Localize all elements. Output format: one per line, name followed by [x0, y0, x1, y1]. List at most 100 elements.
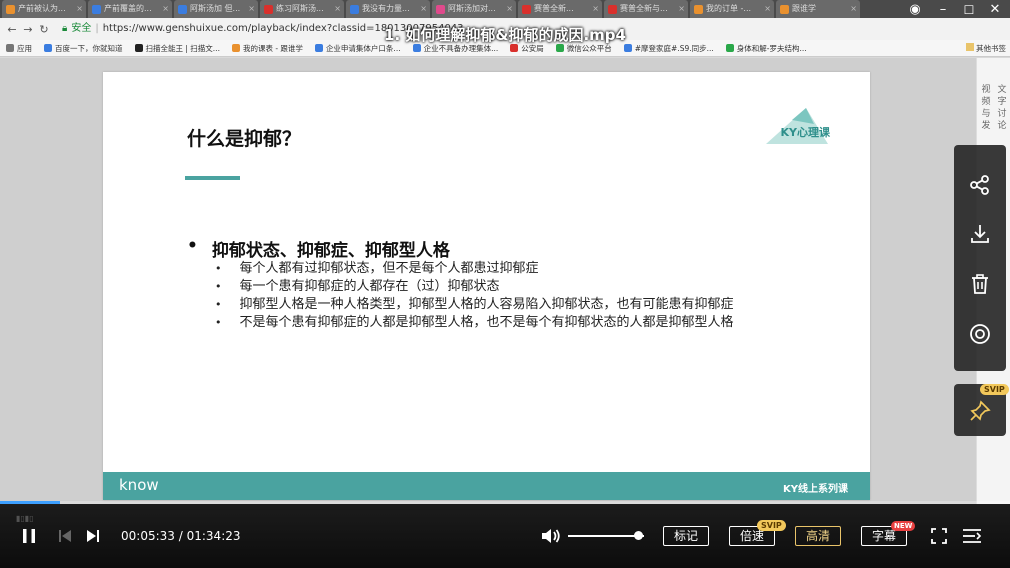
- bookmark-favicon-icon: [725, 44, 734, 52]
- browser-tab[interactable]: 我没有力量... ×: [346, 0, 430, 18]
- quality-button[interactable]: 高清: [795, 526, 841, 546]
- bookmark-item[interactable]: 微信公众平台: [550, 43, 618, 54]
- bookmark-item[interactable]: 百度一下，你就知道: [38, 43, 129, 54]
- bookmark-item[interactable]: 企业申请集体户口条...: [309, 43, 407, 54]
- browser-tab[interactable]: 赛普全新... ×: [518, 0, 602, 18]
- bookmarks-bar: 应用 百度一下，你就知道 扫描全能王 | 扫描文... 我的课表 - 跟谁学 企业申请集…: [0, 40, 1010, 57]
- focus-button[interactable]: [954, 314, 1006, 354]
- tab-favicon-icon: [694, 4, 703, 14]
- page-area: 什么是抑郁？ KY心理课 • 抑郁状态、抑郁症、抑郁型人格 • 每个人都有过抑郁状…: [0, 58, 1010, 510]
- tab-close-icon[interactable]: ×: [76, 0, 83, 18]
- ghost-taskbar: ▮▯▮▯: [16, 514, 34, 523]
- volume-slider[interactable]: [568, 535, 644, 537]
- fullscreen-icon: [931, 528, 947, 544]
- volume-knob[interactable]: [634, 531, 643, 540]
- browser-tab[interactable]: 阿斯汤加 但... ×: [174, 0, 258, 18]
- bookmark-item[interactable]: #摩登家庭#.S9.同步...: [618, 43, 720, 54]
- side-tab-text[interactable]: 文字讨论: [995, 84, 1009, 132]
- previous-button[interactable]: [56, 526, 74, 546]
- side-tab-video[interactable]: 视频与发: [979, 84, 993, 132]
- tab-label: 阿斯汤加对...: [448, 4, 496, 13]
- fullscreen-button[interactable]: [929, 526, 949, 546]
- bookmark-label: 扫描全能王 | 扫描文...: [145, 43, 220, 53]
- bookmark-other[interactable]: 其他书签: [965, 40, 1006, 56]
- tab-label: 产前覆盖的...: [104, 4, 152, 13]
- logo-text: KY心理课: [780, 126, 831, 139]
- tab-close-icon[interactable]: ×: [850, 0, 857, 18]
- url-field[interactable]: 🔒︎ 安全 | https://www.genshuixue.com/playb…: [62, 21, 682, 37]
- tab-label: 跟谁学: [792, 4, 816, 13]
- sub-bullet: • 每一个患有抑郁症的人都存在（过）抑郁状态: [215, 278, 734, 296]
- tab-close-icon[interactable]: ×: [420, 0, 427, 18]
- bookmark-item[interactable]: 我的课表 - 跟谁学: [226, 43, 309, 54]
- browser-tab[interactable]: 我的订单 -... ×: [690, 0, 774, 18]
- main-bullet: • 抑郁状态、抑郁症、抑郁型人格: [187, 236, 450, 261]
- bookmark-label: 百度一下，你就知道: [55, 43, 123, 53]
- bookmark-label: 我的课表 - 跟谁学: [242, 43, 303, 53]
- floating-toolbar: [954, 145, 1006, 371]
- video-frame-slide[interactable]: 什么是抑郁？ KY心理课 • 抑郁状态、抑郁症、抑郁型人格 • 每个人都有过抑郁状…: [103, 72, 870, 500]
- title-underline: [185, 176, 240, 180]
- tab-close-icon[interactable]: ×: [162, 0, 169, 18]
- browser-tab[interactable]: 练习阿斯汤... ×: [260, 0, 344, 18]
- pause-button[interactable]: [20, 526, 38, 546]
- bookmark-favicon-icon: [510, 44, 519, 52]
- pin-button[interactable]: SVIP: [954, 384, 1009, 436]
- tab-favicon-icon: [6, 4, 15, 14]
- bookmark-other-label: 其他书签: [976, 44, 1006, 53]
- browser-tab[interactable]: 跟谁学 ×: [776, 0, 860, 18]
- share-button[interactable]: [954, 165, 1006, 205]
- tab-close-icon[interactable]: ×: [678, 0, 685, 18]
- bookmark-item[interactable]: 企业不具备办理集体...: [407, 43, 505, 54]
- bookmark-label: 企业申请集体户口条...: [325, 43, 401, 53]
- browser-tab[interactable]: 阿斯汤加对... ×: [432, 0, 516, 18]
- sub-bullet-dot: •: [215, 298, 222, 311]
- bookmark-favicon-icon: [555, 44, 564, 52]
- close-button[interactable]: ✕: [978, 0, 1010, 20]
- speaker-icon: [542, 529, 560, 543]
- next-icon: [87, 530, 99, 542]
- time-display: 00:05:33 / 01:34:23: [121, 529, 241, 543]
- bookmark-item[interactable]: 扫描全能王 | 扫描文...: [129, 43, 226, 54]
- secure-label: 安全: [71, 23, 92, 34]
- tab-favicon-icon: [436, 4, 445, 14]
- playlist-icon: [963, 529, 982, 543]
- browser-tab[interactable]: 赛普全新与... ×: [604, 0, 688, 18]
- back-icon[interactable]: ←: [4, 23, 20, 36]
- bookmark-item[interactable]: 身体和解-罗夫结构...: [720, 43, 813, 54]
- slide-title: 什么是抑郁？: [187, 128, 302, 150]
- tab-close-icon[interactable]: ×: [248, 0, 255, 18]
- tab-close-icon[interactable]: ×: [506, 0, 513, 18]
- tab-close-icon[interactable]: ×: [764, 0, 771, 18]
- bookmark-label: 企业不具备办理集体...: [423, 43, 499, 53]
- tab-close-icon[interactable]: ×: [334, 0, 341, 18]
- bookmark-item[interactable]: 公安局: [504, 43, 550, 54]
- sub-bullet: • 每个人都有过抑郁状态，但不是每个人都患过抑郁症: [215, 260, 734, 278]
- browser-tab[interactable]: 产前被认为... ×: [2, 0, 86, 18]
- playlist-button[interactable]: [961, 526, 983, 546]
- reload-icon[interactable]: ↻: [36, 23, 52, 36]
- bookmark-favicon-icon: [231, 44, 240, 52]
- browser-tab-bar: 产前被认为... × 产前覆盖的... × 阿斯汤加 但... × 练习阿斯汤... × 我没有…: [0, 0, 1010, 18]
- next-button[interactable]: [84, 526, 102, 546]
- volume-button[interactable]: [540, 526, 562, 546]
- bookmark-item[interactable]: 应用: [0, 43, 38, 54]
- mark-button[interactable]: 标记: [663, 526, 709, 546]
- tab-favicon-icon: [264, 4, 273, 14]
- download-button[interactable]: [954, 214, 1006, 254]
- forward-icon[interactable]: →: [20, 23, 36, 36]
- tab-label: 我的订单 -...: [706, 4, 752, 13]
- address-bar: ← → ↻ 🔒︎ 安全 | https://www.genshuixue.com…: [0, 18, 1010, 40]
- footer-brand: know: [119, 476, 159, 494]
- time-separator: /: [178, 529, 183, 543]
- target-icon: [970, 324, 990, 344]
- delete-button[interactable]: [954, 264, 1006, 304]
- delete-icon: [972, 274, 988, 294]
- tab-favicon-icon: [522, 4, 531, 14]
- player-controls: ▮▯▮▯ 00:05:33 / 01:34:23 标记 倍速 SVIP 高清 字…: [0, 504, 1010, 568]
- tab-close-icon[interactable]: ×: [592, 0, 599, 18]
- bookmark-favicon-icon: [134, 44, 143, 52]
- bookmark-label: 公安局: [521, 43, 544, 53]
- folder-icon: [965, 43, 974, 51]
- browser-tab[interactable]: 产前覆盖的... ×: [88, 0, 172, 18]
